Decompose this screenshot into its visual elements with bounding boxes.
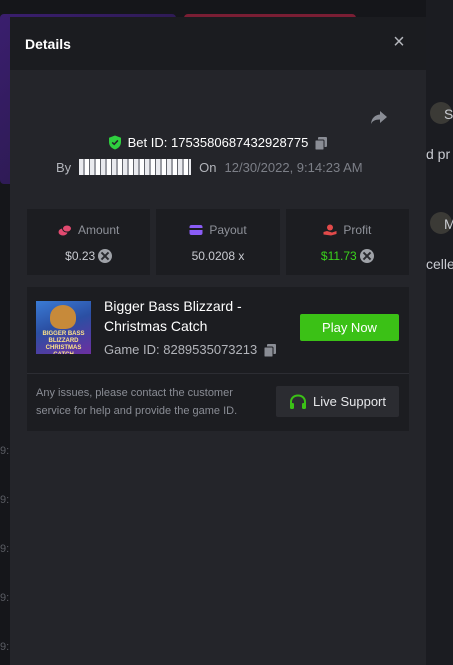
profit-value: $11.73 <box>320 249 357 263</box>
background-text: celle <box>426 256 453 272</box>
background-text: 9: <box>0 445 10 457</box>
profit-label-row: Profit <box>323 223 371 237</box>
coin-x-icon <box>98 249 113 263</box>
copy-icon[interactable] <box>314 136 328 150</box>
profit-value-row: $11.73 <box>321 249 374 263</box>
game-id-row: Game ID: 8289535073213 <box>104 342 277 357</box>
amount-value: $0.23 <box>65 249 96 263</box>
payout-label-row: Payout <box>189 223 247 237</box>
details-modal: Details × Bet ID: 1753580687432928775 By… <box>10 17 426 665</box>
background-text: 9: <box>0 592 10 604</box>
bet-id: Bet ID: 1753580687432928775 <box>127 135 309 150</box>
coins-icon <box>58 224 72 236</box>
amount-stat: Amount $0.23 <box>27 209 151 275</box>
by-label: By <box>56 159 72 175</box>
bet-by-line: By On 12/30/2022, 9:14:23 AM <box>56 159 363 175</box>
background-text: 9: <box>0 543 10 555</box>
payout-stat: Payout 50.0208 x <box>156 209 280 275</box>
hand-coin-icon <box>323 224 337 236</box>
background-text: M <box>444 216 453 232</box>
close-icon[interactable]: × <box>390 32 408 52</box>
live-support-label: Live Support <box>313 394 386 409</box>
background-text: 9: <box>0 494 10 506</box>
divider <box>27 373 409 374</box>
share-icon[interactable] <box>369 107 389 127</box>
play-now-button[interactable]: Play Now <box>300 314 399 341</box>
payout-label: Payout <box>209 223 247 237</box>
payout-value: 50.0208 x <box>191 249 245 263</box>
modal-header: Details × <box>10 17 426 70</box>
background-text: Sh <box>444 106 453 122</box>
game-id: Game ID: 8289535073213 <box>104 342 258 357</box>
bet-date: 12/30/2022, 9:14:23 AM <box>224 159 363 175</box>
bet-id-line: Bet ID: 1753580687432928775 <box>10 135 426 150</box>
game-character-art <box>50 305 76 329</box>
headset-icon <box>290 393 306 409</box>
shield-check-icon <box>108 135 121 150</box>
coin-x-icon <box>359 249 374 263</box>
support-notice: Any issues, please contact the customer … <box>36 387 238 417</box>
username[interactable] <box>79 159 192 175</box>
on-label: On <box>199 159 217 175</box>
background-text: d pr <box>426 146 451 162</box>
profit-label: Profit <box>343 223 372 237</box>
background-text: 9: <box>0 641 10 653</box>
background-feed <box>426 0 453 665</box>
game-name: Bigger Bass Blizzard - Christmas Catch <box>104 298 242 334</box>
game-thumbnail[interactable]: BIGGER BASS BLIZZARD CHRISTMAS CATCH <box>36 301 91 354</box>
bet-stats: Amount $0.23 Payout 50.0208 x Profit $11… <box>27 209 409 275</box>
game-card: BIGGER BASS BLIZZARD CHRISTMAS CATCH Big… <box>27 287 409 431</box>
game-thumbnail-logo: BIGGER BASS BLIZZARD CHRISTMAS CATCH <box>42 331 85 354</box>
payout-value-row: 50.0208 x <box>192 249 245 263</box>
amount-label-row: Amount <box>58 223 119 237</box>
wallet-icon <box>189 225 203 235</box>
amount-value-row: $0.23 <box>65 249 113 263</box>
modal-title: Details <box>25 36 71 52</box>
live-support-button[interactable]: Live Support <box>276 386 399 417</box>
amount-label: Amount <box>77 223 120 237</box>
copy-icon[interactable] <box>263 343 277 357</box>
profit-stat: Profit $11.73 <box>285 209 409 275</box>
